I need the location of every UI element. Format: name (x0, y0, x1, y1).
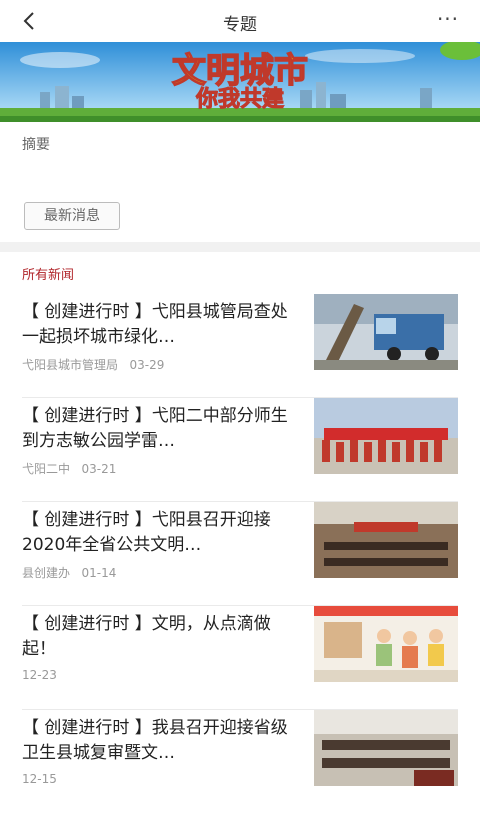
news-thumbnail[interactable] (314, 398, 458, 474)
news-source: 弋阳二中 (22, 462, 71, 476)
news-date: 12-23 (22, 668, 57, 682)
news-headline[interactable]: 【 创建进行时 】弋阳县召开迎接2020年全省公共文明… (22, 508, 292, 558)
news-date: 12-15 (22, 772, 57, 786)
section-divider (0, 242, 480, 252)
news-source: 县创建办 (22, 566, 71, 580)
news-meta: 12-23 (22, 668, 57, 682)
news-thumbnail[interactable] (314, 294, 458, 370)
news-date: 01-14 (81, 566, 117, 580)
news-meta: 县创建办 01-14 (22, 564, 116, 581)
news-thumbnail[interactable] (314, 606, 458, 682)
news-headline[interactable]: 【 创建进行时 】弋阳二中部分师生到方志敏公园学雷… (22, 404, 292, 454)
summary-label: 摘要 (22, 137, 50, 153)
news-headline[interactable]: 【 创建进行时 】我县召开迎接省级卫生县城复审暨文… (22, 716, 292, 766)
news-item[interactable]: 【 创建进行时 】我县召开迎接省级卫生县城复审暨文… 12-15 (0, 710, 480, 814)
news-source: 弋阳县城市管理局 (22, 358, 119, 372)
banner-subtitle: 你我共建 (195, 87, 284, 112)
news-meta: 12-15 (22, 772, 57, 786)
news-date: 03-21 (81, 462, 117, 476)
news-headline[interactable]: 【 创建进行时 】弋阳县城管局查处一起损坏城市绿化… (22, 300, 292, 350)
news-item[interactable]: 【 创建进行时 】文明，从点滴做起！ 12-23 (0, 606, 480, 710)
more-dots-icon[interactable]: ··· (434, 7, 462, 31)
news-item[interactable]: 【 创建进行时 】弋阳二中部分师生到方志敏公园学雷… 弋阳二中 03-21 (0, 398, 480, 502)
topic-banner: 文明城市 你我共建 (0, 42, 480, 122)
top-bar: 专题 ··· (0, 0, 480, 42)
news-item[interactable]: 【 创建进行时 】弋阳县召开迎接2020年全省公共文明… 县创建办 01-14 (0, 502, 480, 606)
banner-title: 文明城市 (172, 51, 308, 91)
news-headline[interactable]: 【 创建进行时 】文明，从点滴做起！ (22, 612, 292, 662)
news-thumbnail[interactable] (314, 710, 458, 786)
latest-news-button[interactable]: 最新消息 (24, 202, 120, 230)
news-date: 03-29 (129, 358, 165, 372)
news-thumbnail[interactable] (314, 502, 458, 578)
news-meta: 弋阳二中 03-21 (22, 460, 116, 477)
section-title: 所有新闻 (22, 268, 75, 283)
news-item[interactable]: 【 创建进行时 】弋阳县城管局查处一起损坏城市绿化… 弋阳县城市管理局 03-2… (0, 294, 480, 398)
news-meta: 弋阳县城市管理局 03-29 (22, 356, 164, 373)
page-title: 专题 (223, 15, 257, 35)
